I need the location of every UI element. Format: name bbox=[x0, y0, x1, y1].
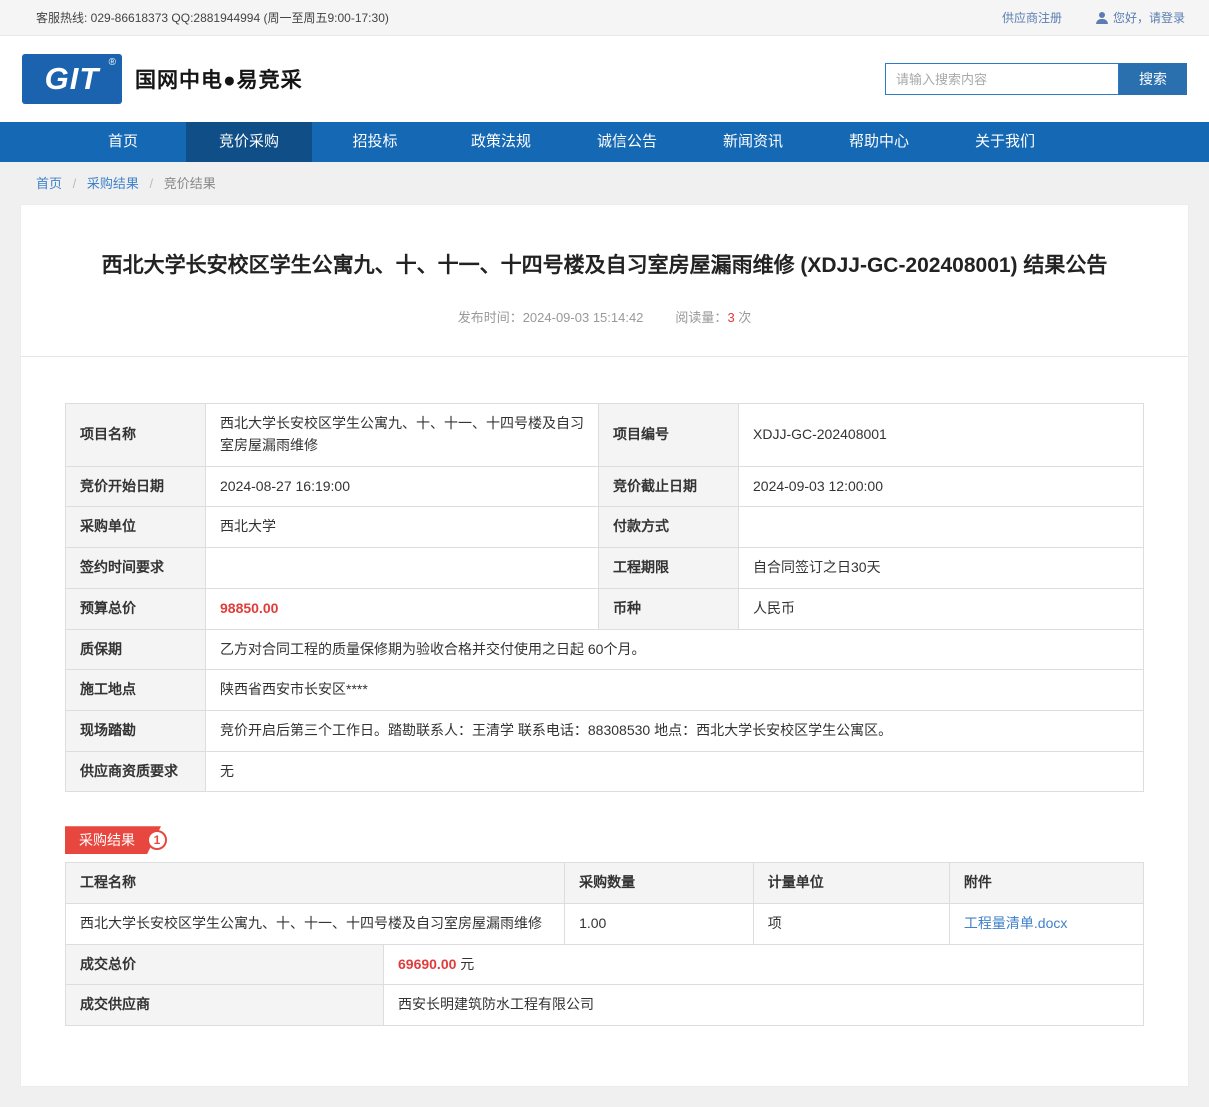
detail-row: 项目名称 西北大学长安校区学生公寓九、十、十一、十四号楼及自习室房屋漏雨维修 项… bbox=[66, 404, 1144, 466]
total-price-unit: 元 bbox=[460, 956, 474, 972]
breadcrumb-purchase-results[interactable]: 采购结果 bbox=[87, 176, 139, 191]
service-hotline-text: 客服热线: 029-86618373 QQ:2881944994 (周一至周五9… bbox=[36, 9, 389, 26]
total-price-value: 69690.00 元 bbox=[384, 944, 1144, 985]
breadcrumb: 首页 / 采购结果 / 竞价结果 bbox=[0, 162, 1209, 202]
detail-label-sign-time: 签约时间要求 bbox=[66, 548, 206, 589]
views-suffix: 次 bbox=[738, 310, 751, 325]
detail-row: 竞价开始日期 2024-08-27 16:19:00 竞价截止日期 2024-0… bbox=[66, 466, 1144, 507]
breadcrumb-separator: / bbox=[150, 176, 154, 191]
detail-row: 采购单位 西北大学 付款方式 bbox=[66, 507, 1144, 548]
result-header-name: 工程名称 bbox=[66, 863, 565, 904]
result-project-name: 西北大学长安校区学生公寓九、十、十一、十四号楼及自习室房屋漏雨维修 bbox=[66, 903, 565, 944]
nav-item-home[interactable]: 首页 bbox=[60, 122, 186, 162]
detail-value-sign-time bbox=[206, 548, 599, 589]
detail-value-budget: 98850.00 bbox=[206, 588, 599, 629]
nav-item-news[interactable]: 新闻资讯 bbox=[690, 122, 816, 162]
main-nav: 首页 竞价采购 招投标 政策法规 诚信公告 新闻资讯 帮助中心 关于我们 bbox=[0, 122, 1209, 162]
result-header-qty: 采购数量 bbox=[565, 863, 754, 904]
breadcrumb-current: 竞价结果 bbox=[164, 176, 216, 191]
supplier-register-link[interactable]: 供应商注册 bbox=[1002, 9, 1062, 26]
breadcrumb-home[interactable]: 首页 bbox=[36, 176, 62, 191]
detail-value-end-date: 2024-09-03 12:00:00 bbox=[739, 466, 1144, 507]
nav-item-bidding-purchase[interactable]: 竞价采购 bbox=[186, 122, 312, 162]
result-count-badge: 1 bbox=[147, 830, 167, 850]
attachment-link[interactable]: 工程量清单.docx bbox=[964, 915, 1067, 931]
result-total-row: 成交总价 69690.00 元 bbox=[66, 944, 1144, 985]
result-data-row: 西北大学长安校区学生公寓九、十、十一、十四号楼及自习室房屋漏雨维修 1.00 项… bbox=[66, 903, 1144, 944]
detail-value-warranty: 乙方对合同工程的质量保修期为验收合格并交付使用之日起 60个月。 bbox=[206, 629, 1144, 670]
logo-text: GIT bbox=[45, 61, 100, 97]
nav-item-policies[interactable]: 政策法规 bbox=[438, 122, 564, 162]
breadcrumb-separator: / bbox=[73, 176, 77, 191]
detail-row: 质保期 乙方对合同工程的质量保修期为验收合格并交付使用之日起 60个月。 bbox=[66, 629, 1144, 670]
detail-label-site-visit: 现场踏勘 bbox=[66, 710, 206, 751]
detail-value-site-visit: 竞价开启后第三个工作日。踏勘联系人：王清学 联系电话：88308530 地点：西… bbox=[206, 710, 1144, 751]
views-label: 阅读量： bbox=[675, 310, 727, 325]
result-qty: 1.00 bbox=[565, 903, 754, 944]
nav-item-about-us[interactable]: 关于我们 bbox=[942, 122, 1068, 162]
detail-row: 施工地点 陕西省西安市长安区**** bbox=[66, 670, 1144, 711]
detail-row: 供应商资质要求 无 bbox=[66, 751, 1144, 792]
detail-label-payment: 付款方式 bbox=[599, 507, 739, 548]
divider bbox=[21, 356, 1188, 357]
detail-row: 签约时间要求 工程期限 自合同签订之日30天 bbox=[66, 548, 1144, 589]
page-title: 西北大学长安校区学生公寓九、十、十一、十四号楼及自习室房屋漏雨维修 (XDJJ-… bbox=[21, 205, 1188, 280]
login-link[interactable]: 您好，请登录 bbox=[1113, 9, 1185, 26]
detail-value-project-code: XDJJ-GC-202408001 bbox=[739, 404, 1144, 466]
nav-item-tendering[interactable]: 招投标 bbox=[312, 122, 438, 162]
detail-label-duration: 工程期限 bbox=[599, 548, 739, 589]
announcement-card: 西北大学长安校区学生公寓九、十、十一、十四号楼及自习室房屋漏雨维修 (XDJJ-… bbox=[20, 204, 1189, 1087]
detail-label-purchaser: 采购单位 bbox=[66, 507, 206, 548]
detail-value-location: 陕西省西安市长安区**** bbox=[206, 670, 1144, 711]
detail-row: 现场踏勘 竞价开启后第三个工作日。踏勘联系人：王清学 联系电话：88308530… bbox=[66, 710, 1144, 751]
publish-time-value: 2024-09-03 15:14:42 bbox=[523, 310, 644, 325]
detail-value-purchaser: 西北大学 bbox=[206, 507, 599, 548]
logo-registered-mark: ® bbox=[109, 57, 117, 68]
detail-value-duration: 自合同签订之日30天 bbox=[739, 548, 1144, 589]
detail-value-payment bbox=[739, 507, 1144, 548]
detail-value-start-date: 2024-08-27 16:19:00 bbox=[206, 466, 599, 507]
site-header: GIT ® 国网中电●易竞采 搜索 bbox=[0, 36, 1209, 122]
user-icon bbox=[1096, 12, 1108, 24]
nav-item-help-center[interactable]: 帮助中心 bbox=[816, 122, 942, 162]
result-supplier-row: 成交供应商 西安长明建筑防水工程有限公司 bbox=[66, 985, 1144, 1026]
detail-value-qualification: 无 bbox=[206, 751, 1144, 792]
search-input[interactable] bbox=[885, 63, 1119, 95]
site-logo[interactable]: GIT ® bbox=[22, 54, 122, 104]
result-header-row: 工程名称 采购数量 计量单位 附件 bbox=[66, 863, 1144, 904]
result-header-unit: 计量单位 bbox=[753, 863, 949, 904]
article-meta: 发布时间：2024-09-03 15:14:42 阅读量：3 次 bbox=[21, 307, 1188, 326]
detail-value-currency: 人民币 bbox=[739, 588, 1144, 629]
detail-label-project-code: 项目编号 bbox=[599, 404, 739, 466]
purchase-result-section-header: 采购结果 1 bbox=[65, 826, 1144, 854]
detail-row: 预算总价 98850.00 币种 人民币 bbox=[66, 588, 1144, 629]
supplier-value: 西安长明建筑防水工程有限公司 bbox=[384, 985, 1144, 1026]
search-area: 搜索 bbox=[885, 63, 1187, 95]
views-count: 3 bbox=[727, 310, 734, 325]
total-price-amount: 69690.00 bbox=[398, 956, 456, 972]
detail-label-currency: 币种 bbox=[599, 588, 739, 629]
project-details-table: 项目名称 西北大学长安校区学生公寓九、十、十一、十四号楼及自习室房屋漏雨维修 项… bbox=[65, 403, 1144, 792]
search-button[interactable]: 搜索 bbox=[1119, 63, 1187, 95]
purchase-result-table: 工程名称 采购数量 计量单位 附件 西北大学长安校区学生公寓九、十、十一、十四号… bbox=[65, 862, 1144, 1026]
total-price-label: 成交总价 bbox=[66, 944, 384, 985]
supplier-label: 成交供应商 bbox=[66, 985, 384, 1026]
detail-label-qualification: 供应商资质要求 bbox=[66, 751, 206, 792]
detail-label-budget: 预算总价 bbox=[66, 588, 206, 629]
detail-label-warranty: 质保期 bbox=[66, 629, 206, 670]
result-unit: 项 bbox=[753, 903, 949, 944]
publish-time-label: 发布时间： bbox=[458, 310, 523, 325]
budget-amount: 98850.00 bbox=[220, 600, 278, 616]
top-utility-bar: 客服热线: 029-86618373 QQ:2881944994 (周一至周五9… bbox=[0, 0, 1209, 36]
detail-label-start-date: 竞价开始日期 bbox=[66, 466, 206, 507]
detail-label-project-name: 项目名称 bbox=[66, 404, 206, 466]
detail-label-end-date: 竞价截止日期 bbox=[599, 466, 739, 507]
detail-value-project-name: 西北大学长安校区学生公寓九、十、十一、十四号楼及自习室房屋漏雨维修 bbox=[206, 404, 599, 466]
detail-label-location: 施工地点 bbox=[66, 670, 206, 711]
site-name: 国网中电●易竞采 bbox=[135, 64, 303, 94]
nav-item-integrity-notices[interactable]: 诚信公告 bbox=[564, 122, 690, 162]
result-header-attachment: 附件 bbox=[949, 863, 1143, 904]
